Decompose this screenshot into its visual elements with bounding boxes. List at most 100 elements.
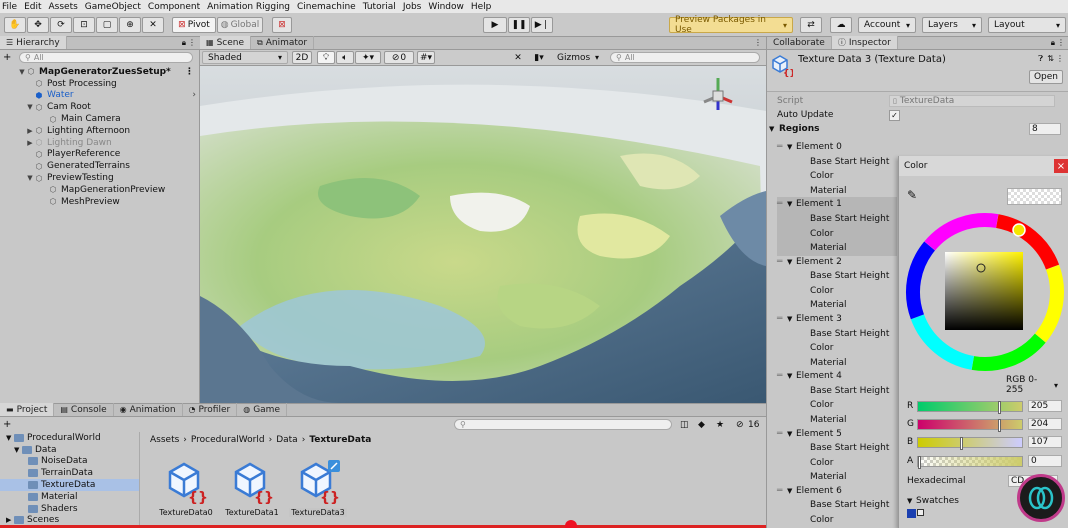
asset-texture-data-0[interactable]: {} TextureData0 bbox=[156, 460, 216, 517]
menu-component[interactable]: Component bbox=[148, 2, 200, 12]
pause-button[interactable]: ❚❚ bbox=[508, 17, 530, 33]
tab-animation[interactable]: ◉ Animation bbox=[114, 403, 183, 416]
menu-jobs[interactable]: Jobs bbox=[403, 2, 422, 12]
menu-edit[interactable]: Edit bbox=[24, 2, 41, 12]
move-tool-button[interactable]: ✥ bbox=[27, 17, 49, 33]
expand-arrow-icon[interactable]: ▼ bbox=[787, 143, 796, 151]
collapse-arrow-icon[interactable]: ▶ bbox=[6, 516, 14, 524]
global-toggle[interactable]: ◍ Global bbox=[217, 17, 263, 33]
expand-arrow-icon[interactable]: ▼ bbox=[787, 430, 796, 438]
hierarchy-search[interactable]: ⚲ All bbox=[19, 51, 193, 63]
scale-tool-button[interactable]: ⊡ bbox=[73, 17, 95, 33]
collab-button[interactable]: ⇄ bbox=[800, 17, 822, 33]
tab-animator[interactable]: ⧉ Animator bbox=[251, 36, 315, 49]
slider-a-track[interactable] bbox=[917, 455, 1023, 469]
hierarchy-item-map-generation-preview[interactable]: ⬡ MapGenerationPreview bbox=[0, 184, 200, 196]
collapse-arrow-icon[interactable]: ▶ bbox=[26, 139, 34, 147]
custom-tool-button[interactable]: ✕ bbox=[142, 17, 164, 33]
project-add-button[interactable]: + bbox=[3, 419, 17, 430]
tree-item-data[interactable]: ▼ Data bbox=[0, 444, 139, 456]
collapse-arrow-icon[interactable]: ▶ bbox=[26, 127, 34, 135]
panel-menu-icon[interactable]: ⋮ bbox=[754, 38, 762, 47]
menu-assets[interactable]: Assets bbox=[49, 2, 78, 12]
expand-arrow-icon[interactable]: ▼ bbox=[14, 446, 22, 454]
hierarchy-item-scene[interactable]: ▼ ⬡ MapGeneratorZuesSetup* ⋮ bbox=[0, 66, 200, 78]
tab-project[interactable]: ▬ Project bbox=[0, 403, 55, 416]
asset-texture-data-1[interactable]: {} TextureData1 bbox=[222, 460, 282, 517]
panel-menu-icon[interactable]: ⋮ bbox=[185, 67, 194, 77]
scene-search[interactable]: ⚲ All bbox=[610, 52, 760, 63]
hierarchy-add-button[interactable]: + bbox=[3, 52, 19, 63]
region-element-2[interactable]: ═ ▼ Element 2 bbox=[777, 255, 897, 269]
expand-arrow-icon[interactable]: ▼ bbox=[18, 68, 26, 76]
slider-r-handle[interactable] bbox=[998, 400, 1001, 414]
scene-tools-button[interactable]: ✕ bbox=[510, 51, 526, 64]
menu-animation-rigging[interactable]: Animation Rigging bbox=[207, 2, 290, 12]
play-button[interactable]: ▶ bbox=[483, 17, 507, 33]
swatch-0[interactable] bbox=[907, 509, 916, 518]
slider-g-handle[interactable] bbox=[998, 418, 1001, 432]
expand-arrow-icon[interactable]: ▼ bbox=[787, 200, 796, 208]
expand-arrow-icon[interactable]: ▼ bbox=[6, 434, 14, 442]
hierarchy-item-generated-terrains[interactable]: ⬡ GeneratedTerrains bbox=[0, 160, 200, 172]
region-element-6[interactable]: ═ ▼ Element 6 bbox=[777, 484, 897, 498]
slider-g-input[interactable]: 204 bbox=[1028, 418, 1062, 430]
open-button[interactable]: Open bbox=[1029, 70, 1063, 84]
rect-tool-button[interactable]: ▢ bbox=[96, 17, 118, 33]
panel-menu-icon[interactable]: ⋮ bbox=[188, 38, 196, 47]
slider-b-track[interactable] bbox=[917, 436, 1023, 450]
account-dropdown[interactable]: Account bbox=[858, 17, 916, 33]
gizmos-dropdown[interactable]: Gizmos bbox=[552, 51, 604, 64]
axis-gizmo-icon[interactable] bbox=[705, 76, 735, 116]
saturation-value-square[interactable] bbox=[945, 252, 1023, 330]
swatch-preset-button[interactable] bbox=[917, 509, 924, 516]
region-element-3[interactable]: ═ ▼ Element 3 bbox=[777, 312, 897, 326]
drag-handle-icon[interactable]: ═ bbox=[777, 371, 787, 381]
transform-tool-button[interactable]: ⊕ bbox=[119, 17, 141, 33]
panel-menu-icon[interactable]: ⋮ bbox=[1056, 54, 1064, 63]
slider-a-handle[interactable] bbox=[918, 455, 921, 469]
hierarchy-item-water[interactable]: ⬢ Water › bbox=[0, 90, 200, 102]
eyedropper-icon[interactable]: ✎ bbox=[907, 188, 917, 202]
expand-arrow-icon[interactable]: ▼ bbox=[26, 174, 34, 182]
expand-arrow-icon[interactable]: ▼ bbox=[26, 103, 34, 111]
pivot-toggle[interactable]: ⊠ Pivot bbox=[172, 17, 216, 33]
hierarchy-item-mesh-preview[interactable]: ⬡ MeshPreview bbox=[0, 196, 200, 208]
regions-size-input[interactable]: 8 bbox=[1029, 123, 1061, 135]
progress-handle[interactable] bbox=[565, 520, 577, 528]
search-type-icon[interactable]: ◫ bbox=[680, 420, 689, 430]
region-element-0[interactable]: ═ ▼ Element 0 bbox=[777, 140, 897, 154]
hue-handle-icon[interactable] bbox=[1013, 224, 1025, 236]
slider-a-input[interactable]: 0 bbox=[1028, 455, 1062, 467]
hierarchy-item-preview-testing[interactable]: ▼ ⬡ PreviewTesting bbox=[0, 172, 200, 184]
hierarchy-item-player-reference[interactable]: ⬡ PlayerReference bbox=[0, 149, 200, 161]
rotate-tool-button[interactable]: ⟳ bbox=[50, 17, 72, 33]
hierarchy-item-post-processing[interactable]: ⬡ Post Processing bbox=[0, 78, 200, 90]
layout-dropdown[interactable]: Layout bbox=[988, 17, 1066, 33]
chevron-right-icon[interactable]: › bbox=[192, 90, 196, 100]
lock-icon[interactable]: 🔒︎ bbox=[182, 38, 186, 48]
star-icon[interactable]: ★ bbox=[716, 420, 724, 430]
scene-viewport[interactable] bbox=[200, 66, 766, 403]
drag-handle-icon[interactable]: ═ bbox=[777, 257, 787, 267]
drag-handle-icon[interactable]: ═ bbox=[777, 486, 787, 496]
audio-toggle[interactable]: 🔈︎ bbox=[336, 51, 354, 64]
effects-dropdown[interactable]: ✦▾ bbox=[355, 51, 381, 64]
lighting-toggle[interactable]: 💡︎ bbox=[317, 51, 335, 64]
drag-handle-icon[interactable]: ═ bbox=[777, 429, 787, 439]
auto-update-checkbox[interactable]: ✓ bbox=[889, 109, 900, 121]
tree-item-procedural-world[interactable]: ▼ ProceduralWorld bbox=[0, 432, 139, 444]
panel-menu-icon[interactable]: ⋮ bbox=[1057, 38, 1065, 47]
color-mode-dropdown[interactable]: RGB 0-255 bbox=[1001, 375, 1063, 395]
tab-collaborate[interactable]: Collaborate bbox=[767, 36, 832, 49]
hierarchy-item-cam-root[interactable]: ▼ ⬡ Cam Root bbox=[0, 101, 200, 113]
lock-icon[interactable]: 🔒︎ bbox=[1051, 38, 1055, 48]
hierarchy-item-lighting-dawn[interactable]: ▶ ⬡ Lighting Dawn bbox=[0, 137, 200, 149]
breadcrumb-item[interactable]: ProceduralWorld bbox=[191, 435, 265, 445]
settings-icon[interactable]: ⇅ bbox=[1047, 54, 1054, 63]
label-icon[interactable]: ◆ bbox=[698, 420, 705, 430]
asset-texture-data-3[interactable]: {} TextureData3 bbox=[288, 460, 348, 517]
tab-game[interactable]: ◍ Game bbox=[237, 403, 287, 416]
color-picker-close-button[interactable]: × bbox=[1054, 159, 1068, 173]
help-icon[interactable]: ❓︎ bbox=[1038, 54, 1043, 64]
